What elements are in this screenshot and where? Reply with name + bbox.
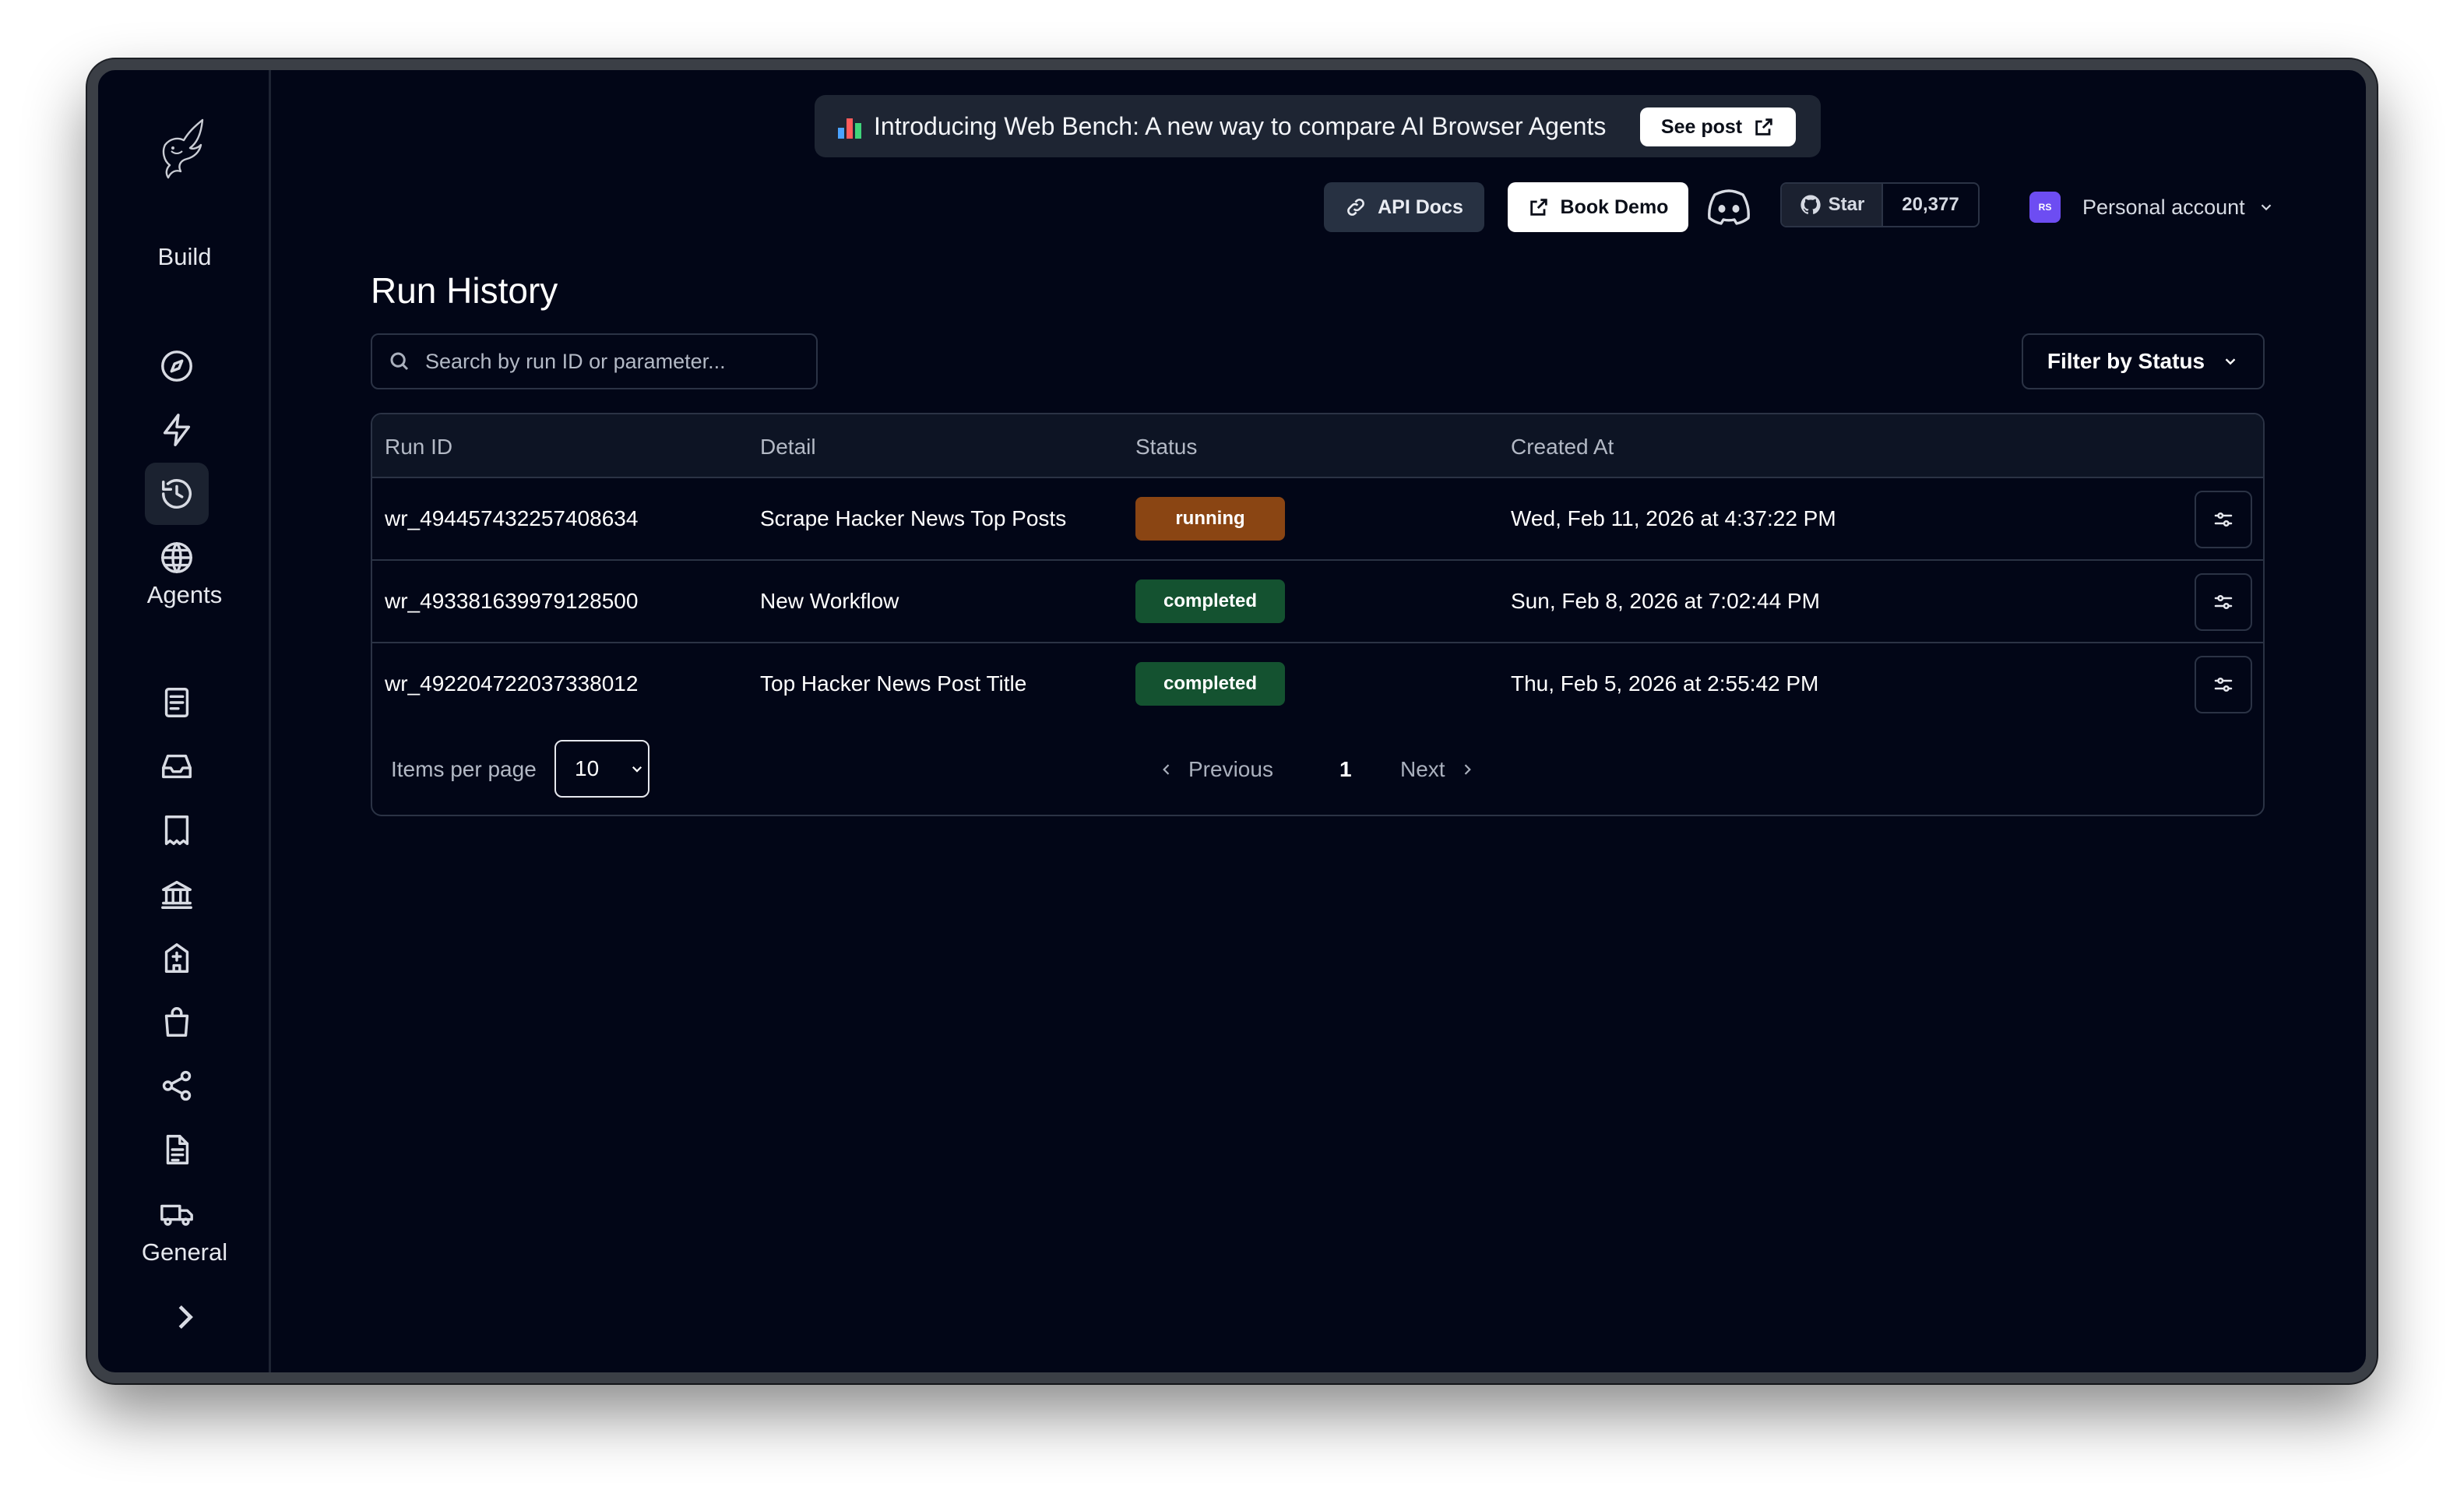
status-badge: running: [1135, 497, 1285, 541]
banner-text: Introducing Web Bench: A new way to comp…: [874, 111, 1607, 140]
items-per-page-value: 10: [575, 756, 600, 780]
chevron-right-icon: [1464, 764, 1471, 775]
book-demo-label: Book Demo: [1560, 195, 1669, 218]
table-row[interactable]: wr_494457432257408634 Scrape Hacker News…: [372, 478, 2263, 561]
compass-icon[interactable]: [145, 335, 209, 397]
filter-label: Filter by Status: [2047, 349, 2205, 373]
link-icon: [1347, 199, 1364, 216]
dragon-logo-icon[interactable]: [154, 117, 216, 187]
current-page-number[interactable]: 1: [1339, 757, 1352, 782]
items-per-page-label: Items per page: [391, 757, 537, 781]
chevron-down-icon: [632, 766, 642, 773]
receipt-icon[interactable]: [145, 799, 209, 861]
github-icon: [1800, 195, 1821, 214]
shopping-bag-icon[interactable]: [145, 991, 209, 1053]
row-settings-button[interactable]: [2195, 491, 2252, 548]
share-icon[interactable]: [145, 1055, 209, 1117]
star-count[interactable]: 20,377: [1883, 184, 1978, 226]
detail-cell: Top Hacker News Post Title: [760, 671, 1027, 696]
api-docs-button[interactable]: API Docs: [1324, 182, 1484, 232]
created-at-cell: Thu, Feb 5, 2026 at 2:55:42 PM: [1511, 671, 1819, 696]
detail-cell: New Workflow: [760, 589, 899, 613]
sliders-icon: [2214, 595, 2233, 610]
see-post-button[interactable]: See post: [1640, 107, 1796, 146]
column-header-detail: Detail: [760, 435, 816, 459]
filter-by-status-button[interactable]: Filter by Status: [2022, 333, 2265, 389]
section-label-build: Build: [157, 243, 212, 270]
discord-icon[interactable]: [1705, 185, 1752, 229]
row-settings-button[interactable]: [2195, 656, 2252, 713]
announcement-banner: Introducing Web Bench: A new way to comp…: [815, 95, 1821, 157]
created-at-cell: Sun, Feb 8, 2026 at 7:02:44 PM: [1511, 589, 1820, 613]
search-box[interactable]: [371, 333, 818, 389]
chevron-down-icon: [2261, 204, 2271, 211]
page-title: Run History: [371, 270, 558, 311]
bar-chart-icon: [838, 114, 863, 139]
star-label: Star: [1828, 194, 1865, 215]
search-input[interactable]: [425, 349, 799, 374]
file-text-icon[interactable]: [145, 1118, 209, 1181]
api-docs-label: API Docs: [1378, 195, 1463, 218]
hospital-icon[interactable]: [145, 927, 209, 989]
bank-icon[interactable]: [145, 863, 209, 925]
inbox-icon[interactable]: [145, 735, 209, 798]
book-demo-button[interactable]: Book Demo: [1508, 182, 1688, 232]
account-label: Personal account: [2082, 195, 2245, 219]
status-badge: completed: [1135, 662, 1285, 706]
document-icon[interactable]: [145, 671, 209, 734]
sliders-icon: [2214, 513, 2233, 527]
previous-label: Previous: [1188, 757, 1273, 781]
avatar: RS: [2029, 192, 2061, 223]
lightning-icon[interactable]: [145, 399, 209, 461]
table-header: Run ID Detail Status Created At: [372, 414, 2263, 478]
github-star-button[interactable]: Star: [1782, 184, 1883, 226]
section-label-general: General: [141, 1238, 228, 1266]
sliders-icon: [2214, 678, 2233, 692]
column-header-run-id: Run ID: [385, 435, 453, 459]
detail-cell: Scrape Hacker News Top Posts: [760, 506, 1067, 530]
next-label: Next: [1400, 757, 1445, 781]
github-star-widget[interactable]: Star 20,377: [1780, 182, 1980, 227]
truck-icon[interactable]: [145, 1182, 209, 1245]
external-link-icon: [1755, 118, 1772, 136]
expand-sidebar-chevron-icon[interactable]: [167, 1299, 202, 1335]
account-switcher[interactable]: RS Personal account: [2029, 185, 2275, 229]
next-page-button[interactable]: Next: [1400, 757, 1475, 782]
items-per-page-select[interactable]: 10: [554, 740, 649, 798]
section-label-agents: Agents: [146, 581, 223, 608]
row-settings-button[interactable]: [2195, 573, 2252, 631]
chevron-left-icon: [1163, 764, 1170, 775]
globe-icon[interactable]: [145, 527, 209, 589]
table-row[interactable]: wr_493381639979128500 New Workflow compl…: [372, 561, 2263, 643]
see-post-label: See post: [1660, 115, 1743, 138]
previous-page-button[interactable]: Previous: [1159, 757, 1273, 782]
column-header-created-at: Created At: [1511, 435, 1614, 459]
status-badge: completed: [1135, 579, 1285, 623]
external-link-icon: [1529, 199, 1547, 216]
app-window: Build Agents General Introducing Web Ben…: [87, 59, 2377, 1383]
run-id-cell: wr_493381639979128500: [385, 589, 639, 613]
run-history-table: Run ID Detail Status Created At wr_49445…: [371, 413, 2265, 816]
search-icon: [390, 352, 409, 371]
run-id-cell: wr_492204722037338012: [385, 671, 639, 696]
sidebar: Build Agents General: [98, 70, 271, 1372]
run-id-cell: wr_494457432257408634: [385, 506, 639, 530]
table-row[interactable]: wr_492204722037338012 Top Hacker News Po…: [372, 643, 2263, 726]
history-icon[interactable]: [145, 463, 209, 525]
created-at-cell: Wed, Feb 11, 2026 at 4:37:22 PM: [1511, 506, 1836, 530]
column-header-status: Status: [1135, 435, 1198, 459]
chevron-down-icon: [2225, 358, 2236, 365]
